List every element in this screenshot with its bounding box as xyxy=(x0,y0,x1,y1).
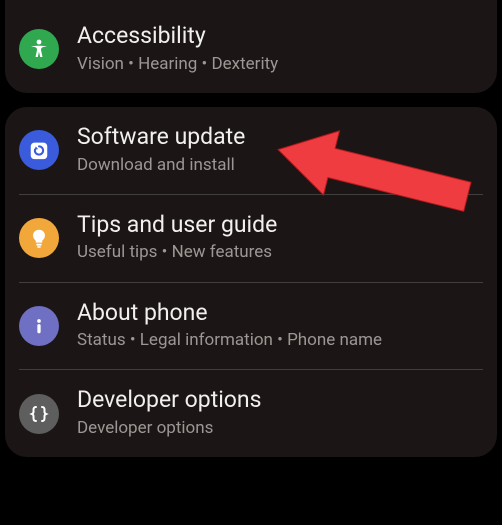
settings-panel-main: Software update Download and install Tip… xyxy=(5,107,497,457)
software-update-icon xyxy=(19,130,59,170)
braces-icon xyxy=(19,394,59,434)
item-subtitle: Download and install xyxy=(77,154,483,176)
settings-panel-top: Accessibility Vision • Hearing • Dexteri… xyxy=(5,0,497,93)
info-icon xyxy=(19,306,59,346)
lightbulb-icon xyxy=(19,218,59,258)
settings-item-about-phone[interactable]: About phone Status • Legal information •… xyxy=(5,283,497,370)
item-title: Accessibility xyxy=(77,22,483,51)
settings-item-developer-options[interactable]: Developer options Developer options xyxy=(5,370,497,457)
item-title: Software update xyxy=(77,123,483,152)
item-text: Software update Download and install xyxy=(77,123,483,176)
settings-item-tips[interactable]: Tips and user guide Useful tips • New fe… xyxy=(5,195,497,282)
item-title: Tips and user guide xyxy=(77,211,483,240)
item-text: About phone Status • Legal information •… xyxy=(77,299,483,352)
item-text: Developer options Developer options xyxy=(77,386,483,439)
settings-item-software-update[interactable]: Software update Download and install xyxy=(5,107,497,194)
item-subtitle: Useful tips • New features xyxy=(77,241,483,263)
item-subtitle: Status • Legal information • Phone name xyxy=(77,329,483,351)
item-title: About phone xyxy=(77,299,483,328)
item-title: Developer options xyxy=(77,386,483,415)
settings-item-accessibility[interactable]: Accessibility Vision • Hearing • Dexteri… xyxy=(5,6,497,93)
settings-page: Accessibility Vision • Hearing • Dexteri… xyxy=(0,0,502,476)
accessibility-icon xyxy=(19,29,59,69)
item-subtitle: Vision • Hearing • Dexterity xyxy=(77,53,483,75)
item-subtitle: Developer options xyxy=(77,417,483,439)
item-text: Accessibility Vision • Hearing • Dexteri… xyxy=(77,22,483,75)
item-text: Tips and user guide Useful tips • New fe… xyxy=(77,211,483,264)
